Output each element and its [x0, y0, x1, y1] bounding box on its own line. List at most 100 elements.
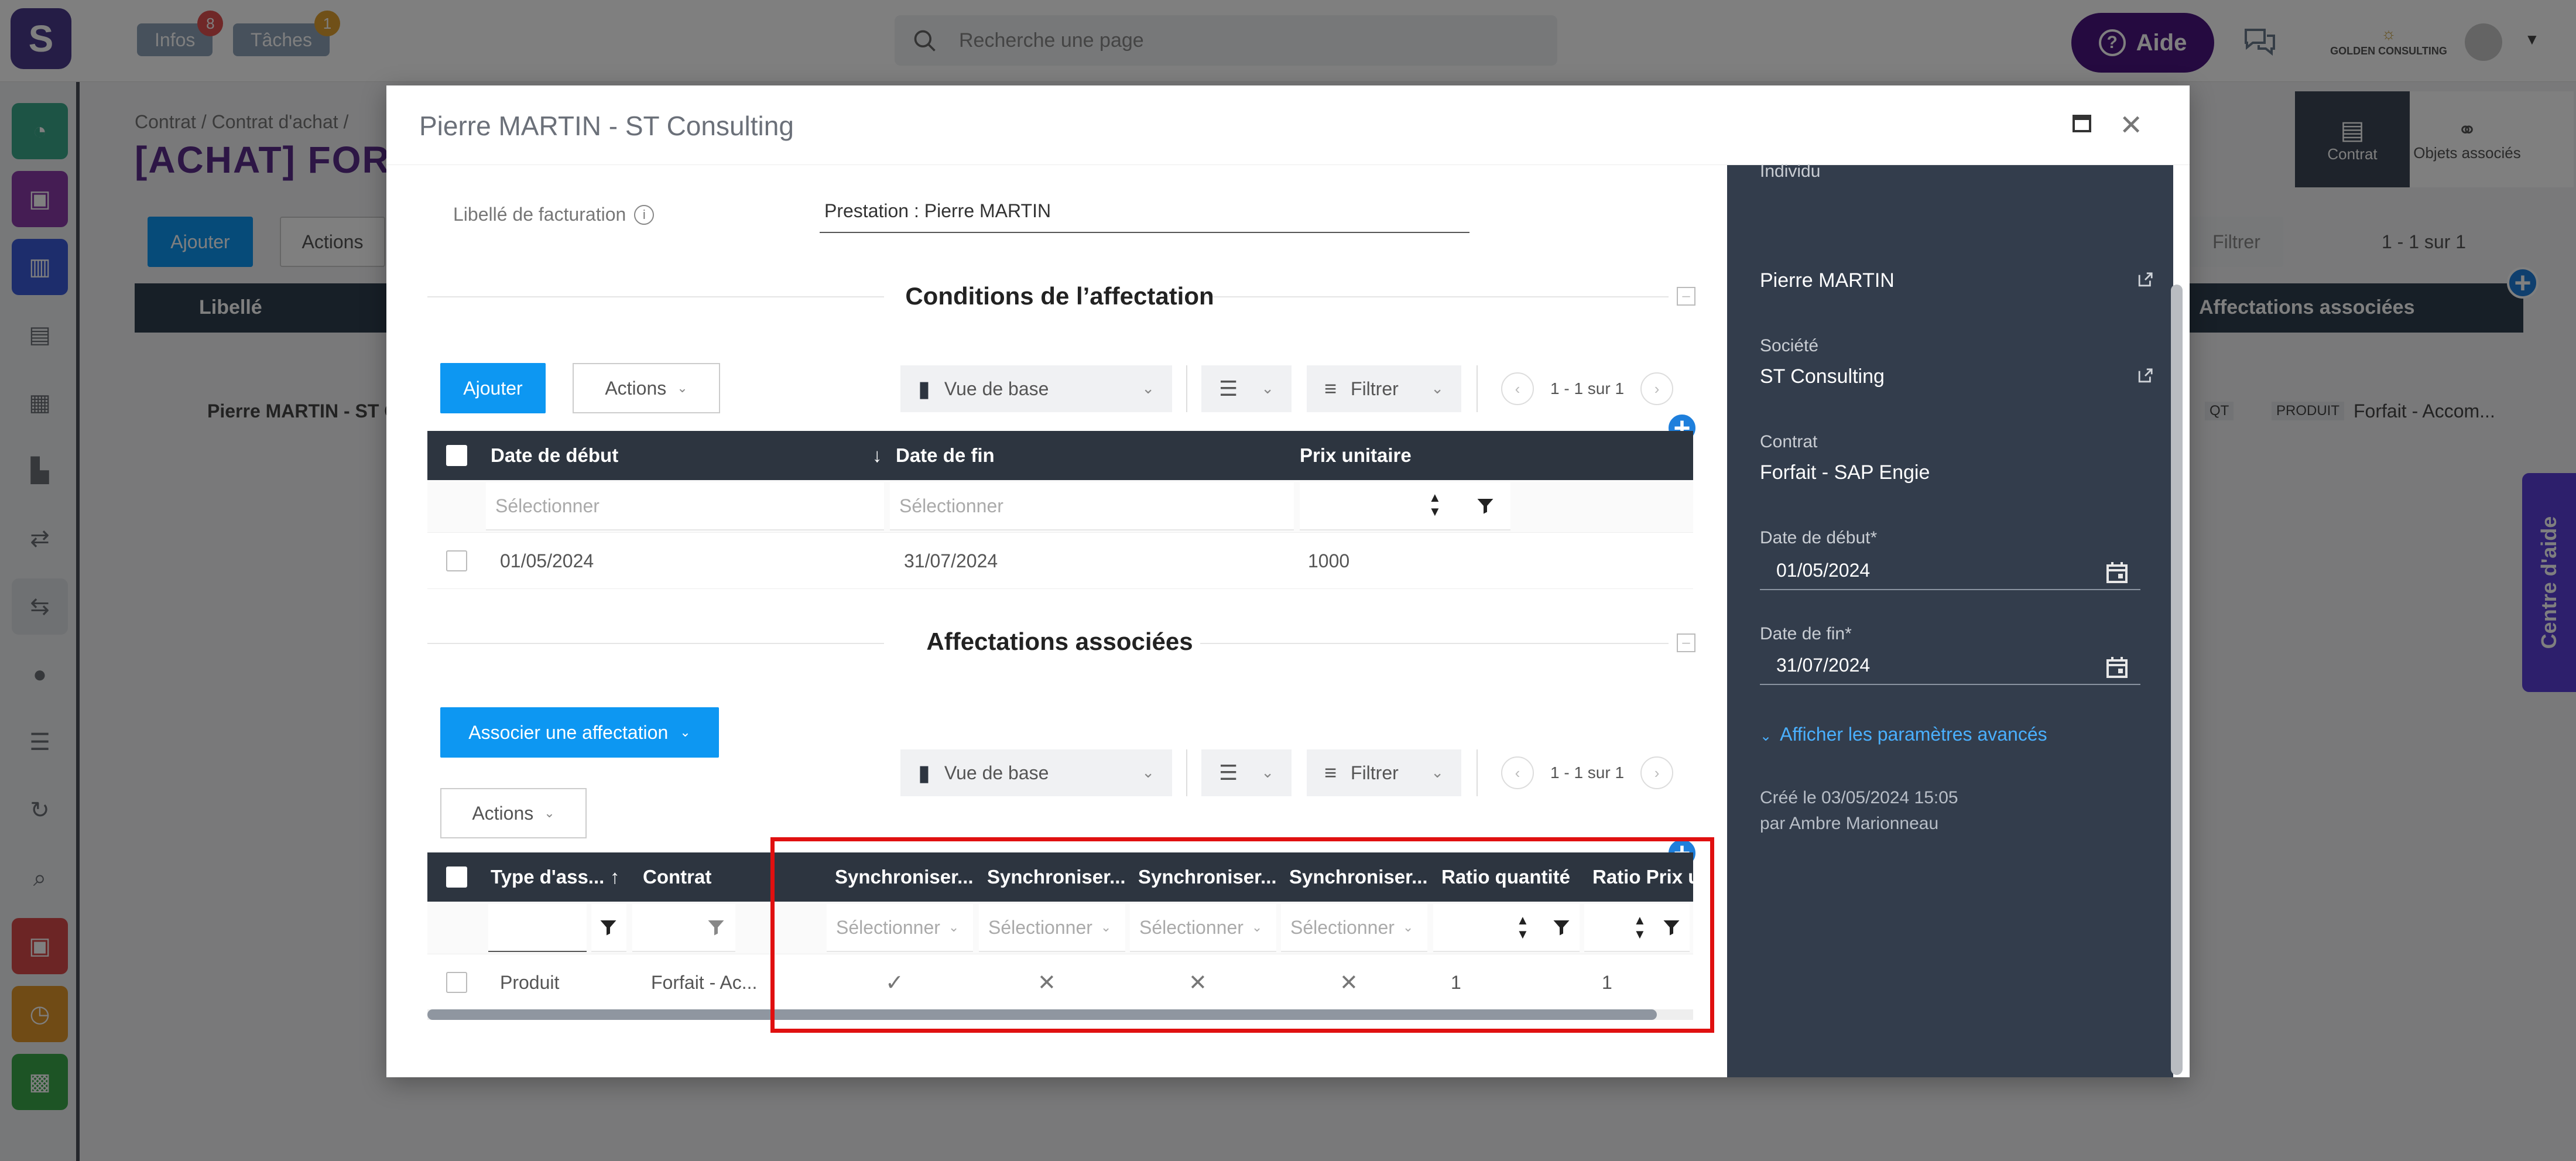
affectations-vue-select[interactable]: ▮ Vue de base ⌄: [900, 749, 1172, 796]
affectations-filtrer-label: Filtrer: [1351, 762, 1399, 783]
modal-title: Pierre MARTIN - ST Consulting: [419, 111, 794, 141]
affectations-pager-text: 1 - 1 sur 1: [1550, 763, 1625, 782]
filter-date-debut[interactable]: Sélectionner: [486, 482, 884, 530]
associer-affectation-button[interactable]: Associer une affectation ⌄: [440, 707, 719, 758]
filter-type-association[interactable]: [488, 904, 587, 952]
chevron-left-icon[interactable]: ‹: [1501, 756, 1534, 789]
conditions-actions-label: Actions: [605, 377, 667, 399]
maximize-icon[interactable]: [2073, 115, 2091, 132]
col-date-fin[interactable]: Date de fin: [896, 431, 1270, 480]
chevron-down-icon: ⌄: [1261, 763, 1274, 781]
sort-desc-icon[interactable]: ↓: [872, 431, 890, 480]
conditions-filtrer-button[interactable]: ≡ Filtrer ⌄: [1307, 365, 1461, 412]
libelle-facturation-label: Libellé de facturation i: [453, 204, 655, 225]
affectations-filtrer-button[interactable]: ≡ Filtrer ⌄: [1307, 749, 1461, 796]
sliders-icon: ☰: [1219, 761, 1238, 785]
chevron-right-icon[interactable]: ›: [1640, 756, 1674, 789]
cell-prix-unitaire: 1000: [1308, 550, 1350, 571]
contrat-value: Forfait - SAP Engie: [1760, 461, 1930, 484]
col-prix-unitaire[interactable]: Prix unitaire: [1300, 431, 1651, 480]
filter-type-funnel[interactable]: [591, 904, 626, 952]
date-debut-value: 01/05/2024: [1776, 559, 1871, 581]
societe-label: Société: [1760, 336, 1819, 355]
date-fin-input[interactable]: 31/07/2024: [1760, 646, 2140, 685]
sliders-icon: ☰: [1219, 376, 1238, 400]
toolbar-divider: [1477, 749, 1478, 796]
individu-value: Pierre MARTIN: [1760, 269, 1895, 292]
associer-affectation-label: Associer une affectation: [468, 721, 669, 743]
bookmark-icon: ▮: [918, 376, 930, 402]
cell-date-debut: 01/05/2024: [500, 550, 594, 571]
funnel-icon: [600, 920, 616, 936]
advanced-params-link[interactable]: ⌄ Afficher les paramètres avancés: [1760, 724, 2047, 745]
conditions-ajouter-button[interactable]: Ajouter: [440, 363, 546, 413]
info-icon[interactable]: i: [634, 204, 655, 225]
details-panel: Individu Pierre MARTIN Société ST Consul…: [1727, 162, 2173, 1077]
collapse-affectations-icon[interactable]: –: [1677, 633, 1695, 652]
calendar-icon[interactable]: [2105, 656, 2129, 679]
col-type-association[interactable]: Type d'ass...: [491, 852, 608, 902]
chevron-down-icon: ⌄: [677, 381, 688, 395]
affectations-settings-button[interactable]: ☰ ⌄: [1201, 749, 1292, 796]
affectations-actions-button[interactable]: Actions ⌄: [440, 788, 587, 838]
number-stepper-icon[interactable]: ▲ ▼: [1429, 491, 1441, 519]
highlight-box: [770, 837, 1714, 1033]
bookmark-icon: ▮: [918, 761, 930, 786]
row-checkbox[interactable]: [446, 972, 467, 993]
row-checkbox[interactable]: [446, 550, 467, 571]
chevron-down-icon: ⌄: [1431, 763, 1444, 781]
conditions-settings-button[interactable]: ☰ ⌄: [1201, 365, 1292, 412]
chevron-down-icon: ⌄: [1261, 379, 1274, 397]
conditions-actions-button[interactable]: Actions ⌄: [573, 363, 720, 413]
select-all-checkbox[interactable]: [446, 445, 467, 466]
cell-contrat: Forfait - Ac...: [651, 971, 758, 993]
date-debut-input[interactable]: 01/05/2024: [1760, 552, 2140, 590]
affectations-pager: ‹ 1 - 1 sur 1 ›: [1501, 749, 1674, 796]
modal-scrollbar[interactable]: [2171, 285, 2183, 1075]
conditions-vue-select[interactable]: ▮ Vue de base ⌄: [900, 365, 1172, 412]
conditions-table-header: Date de début ↓ Date de fin Prix unitair…: [427, 431, 1693, 480]
chevron-down-icon: ⌄: [1142, 763, 1155, 781]
sort-asc-icon[interactable]: ↑: [610, 852, 628, 902]
affectations-section-title: Affectations associées: [926, 628, 1193, 655]
calendar-icon[interactable]: [2105, 561, 2129, 584]
external-link-icon[interactable]: [2137, 368, 2153, 384]
cell-type-association: Produit: [500, 971, 560, 993]
conditions-vue-label: Vue de base: [944, 378, 1049, 399]
affectations-vue-label: Vue de base: [944, 762, 1049, 783]
collapse-conditions-icon[interactable]: –: [1677, 287, 1695, 306]
advanced-params-text: Afficher les paramètres avancés: [1780, 724, 2047, 745]
filter-contrat-funnel[interactable]: [700, 904, 735, 952]
col-contrat[interactable]: Contrat: [643, 852, 772, 902]
filter-contrat[interactable]: [632, 904, 700, 952]
conditions-filtrer-label: Filtrer: [1351, 378, 1399, 399]
created-by: par Ambre Marionneau: [1760, 814, 1939, 833]
filter-lines-icon: ≡: [1324, 761, 1337, 785]
created-date: Créé le 03/05/2024 15:05: [1760, 788, 1958, 807]
modal-header: Pierre MARTIN - ST Consulting ✕: [386, 85, 2190, 165]
contrat-label: Contrat: [1760, 432, 1818, 451]
libelle-facturation-input[interactable]: Prestation : Pierre MARTIN: [820, 200, 1469, 233]
chevron-left-icon[interactable]: ‹: [1501, 372, 1534, 405]
chevron-down-icon: ⌄: [544, 806, 555, 820]
individu-label: Individu: [1760, 162, 1821, 181]
conditions-pager-text: 1 - 1 sur 1: [1550, 379, 1625, 398]
close-icon[interactable]: ✕: [2119, 109, 2143, 142]
filter-date-fin[interactable]: Sélectionner: [890, 482, 1294, 530]
conditions-pager: ‹ 1 - 1 sur 1 ›: [1501, 365, 1674, 412]
chevron-down-icon: ⌄: [1142, 379, 1155, 397]
external-link-icon[interactable]: [2137, 272, 2153, 288]
filter-funnel-button[interactable]: [1464, 482, 1510, 530]
chevron-down-icon: ⌄: [1431, 379, 1444, 397]
cell-date-fin: 31/07/2024: [904, 550, 998, 571]
chevron-right-icon[interactable]: ›: [1640, 372, 1674, 405]
chevron-down-icon: ⌄: [680, 725, 691, 739]
toolbar-divider: [1186, 749, 1187, 796]
select-all-checkbox[interactable]: [446, 867, 467, 888]
toolbar-divider: [1477, 365, 1478, 412]
table-row[interactable]: 01/05/2024 31/07/2024 1000: [427, 533, 1693, 589]
date-debut-label: Date de début*: [1760, 528, 1878, 547]
header-select-cell: [427, 852, 486, 902]
col-date-debut[interactable]: Date de début: [491, 431, 854, 480]
funnel-icon: [1477, 499, 1493, 514]
